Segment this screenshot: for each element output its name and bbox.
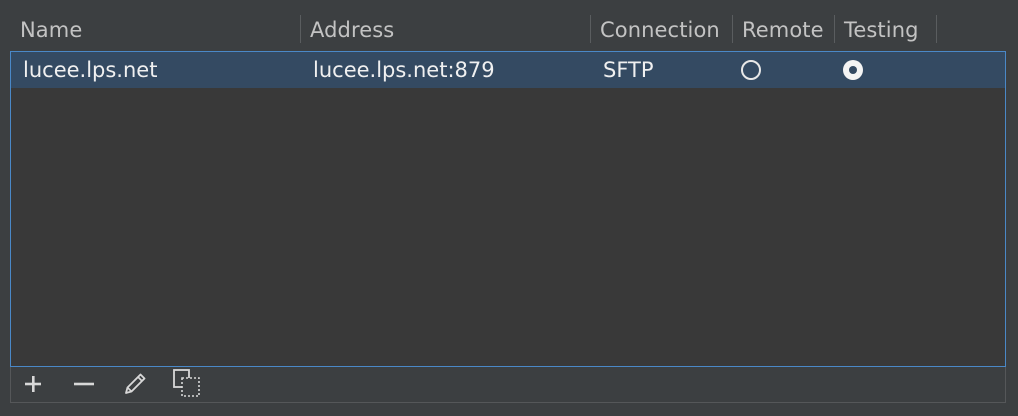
table-header: Name Address Connection Remote Testing — [0, 0, 1018, 50]
column-header-connection[interactable]: Connection — [600, 0, 720, 50]
testing-radio-button[interactable] — [843, 60, 863, 80]
column-header-remote[interactable]: Remote — [742, 0, 824, 50]
cell-name: lucee.lps.net — [23, 58, 158, 82]
edit-server-button[interactable] — [117, 367, 153, 401]
copy-icon — [173, 369, 200, 397]
servers-table[interactable]: lucee.lps.net lucee.lps.net:879 SFTP — [10, 51, 1006, 367]
column-header-address[interactable]: Address — [310, 0, 394, 50]
column-divider[interactable] — [936, 15, 937, 43]
column-header-testing[interactable]: Testing — [844, 0, 919, 50]
add-icon — [25, 376, 41, 392]
column-divider[interactable] — [590, 15, 591, 43]
deployment-servers-panel: Name Address Connection Remote Testing l… — [0, 0, 1018, 416]
copy-server-button[interactable] — [169, 367, 205, 401]
add-server-button[interactable] — [15, 367, 51, 401]
radio-selected-dot — [849, 66, 857, 74]
table-toolbar — [10, 367, 1006, 403]
column-header-name[interactable]: Name — [20, 0, 82, 50]
remove-icon — [74, 382, 94, 386]
remote-radio-button[interactable] — [741, 60, 761, 80]
edit-icon — [125, 373, 146, 394]
cell-address: lucee.lps.net:879 — [313, 58, 495, 82]
table-row[interactable]: lucee.lps.net lucee.lps.net:879 SFTP — [11, 52, 1005, 88]
column-divider[interactable] — [834, 15, 835, 43]
remove-server-button[interactable] — [66, 367, 102, 401]
column-divider[interactable] — [300, 15, 301, 43]
column-divider[interactable] — [732, 15, 733, 43]
cell-connection: SFTP — [603, 58, 654, 82]
